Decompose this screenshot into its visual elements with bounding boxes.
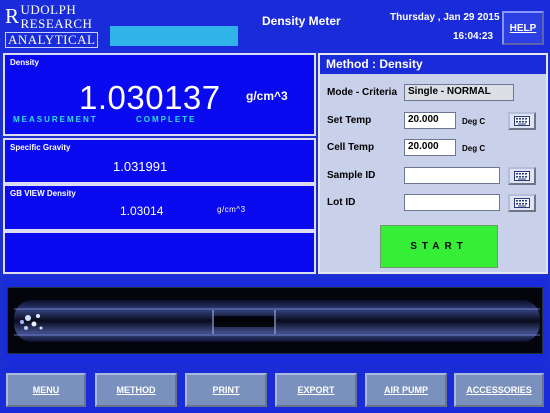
- accessories-button[interactable]: ACCESSORIES: [454, 373, 544, 407]
- bottom-nav: MENU METHOD PRINT EXPORT AIR PUMP ACCESS…: [0, 367, 550, 413]
- density-panel: Density 1.030137 g/cm^3 MEASUREMENT COMP…: [3, 53, 316, 136]
- gb-view-density-label: GB VIEW Density: [10, 189, 76, 198]
- mode-criteria-label: Mode - Criteria: [327, 87, 398, 98]
- header-bar: R UDOLPH RESEARCH ANALYTICAL Density Met…: [0, 0, 550, 52]
- rudolph-logo: R UDOLPH RESEARCH ANALYTICAL: [5, 3, 107, 49]
- export-button[interactable]: EXPORT: [275, 373, 357, 407]
- print-button[interactable]: PRINT: [185, 373, 267, 407]
- lot-id-keyboard-button[interactable]: [508, 194, 536, 212]
- time-display: 16:04:23: [453, 31, 494, 42]
- sample-id-field[interactable]: [404, 167, 500, 184]
- measurement-status-word: MEASUREMENT: [13, 115, 98, 124]
- set-temp-field[interactable]: 20.000: [404, 112, 456, 129]
- date-display: Thursday , Jan 29 2015: [390, 12, 500, 23]
- empty-result-panel: [3, 231, 316, 274]
- density-unit: g/cm^3: [246, 89, 288, 103]
- set-temp-keyboard-button[interactable]: [508, 112, 536, 130]
- cell-temp-label: Cell Temp: [327, 142, 375, 153]
- tube-illustration: [8, 288, 542, 353]
- specific-gravity-value: 1.031991: [113, 159, 168, 174]
- cell-temp-field: 20.000: [404, 139, 456, 156]
- set-temp-label: Set Temp: [327, 115, 372, 126]
- header-accent-bar: [110, 26, 238, 46]
- air-pump-button[interactable]: AIR PUMP: [365, 373, 447, 407]
- density-value: 1.030137: [79, 79, 221, 116]
- gb-view-density-unit: g/cm^3: [217, 205, 246, 214]
- set-temp-unit: Deg C: [462, 117, 486, 126]
- cell-temp-unit: Deg C: [462, 144, 486, 153]
- oscillating-tube-image: [7, 287, 543, 354]
- keyboard-icon: [514, 171, 530, 181]
- menu-button[interactable]: MENU: [6, 373, 86, 407]
- app-title: Density Meter: [262, 14, 341, 28]
- method-button[interactable]: METHOD: [95, 373, 177, 407]
- method-panel: Method : Density Mode - Criteria Single …: [318, 53, 548, 274]
- start-button[interactable]: START: [380, 225, 498, 268]
- sample-id-label: Sample ID: [327, 170, 376, 181]
- tube-view-area: [3, 277, 547, 365]
- sample-id-keyboard-button[interactable]: [508, 167, 536, 185]
- help-button[interactable]: HELP: [502, 11, 544, 45]
- gb-view-density-value: 1.03014: [120, 204, 164, 218]
- keyboard-icon: [514, 116, 530, 126]
- lot-id-field[interactable]: [404, 194, 500, 211]
- keyboard-icon: [514, 198, 530, 208]
- lot-id-label: Lot ID: [327, 197, 356, 208]
- complete-status-word: COMPLETE: [136, 115, 197, 124]
- mode-criteria-field[interactable]: Single - NORMAL: [404, 84, 514, 101]
- density-label: Density: [10, 58, 39, 67]
- method-title: Method : Density: [320, 55, 546, 74]
- gb-view-density-panel: GB VIEW Density 1.03014 g/cm^3: [3, 184, 316, 231]
- specific-gravity-label: Specific Gravity: [10, 143, 71, 152]
- specific-gravity-panel: Specific Gravity 1.031991: [3, 138, 316, 184]
